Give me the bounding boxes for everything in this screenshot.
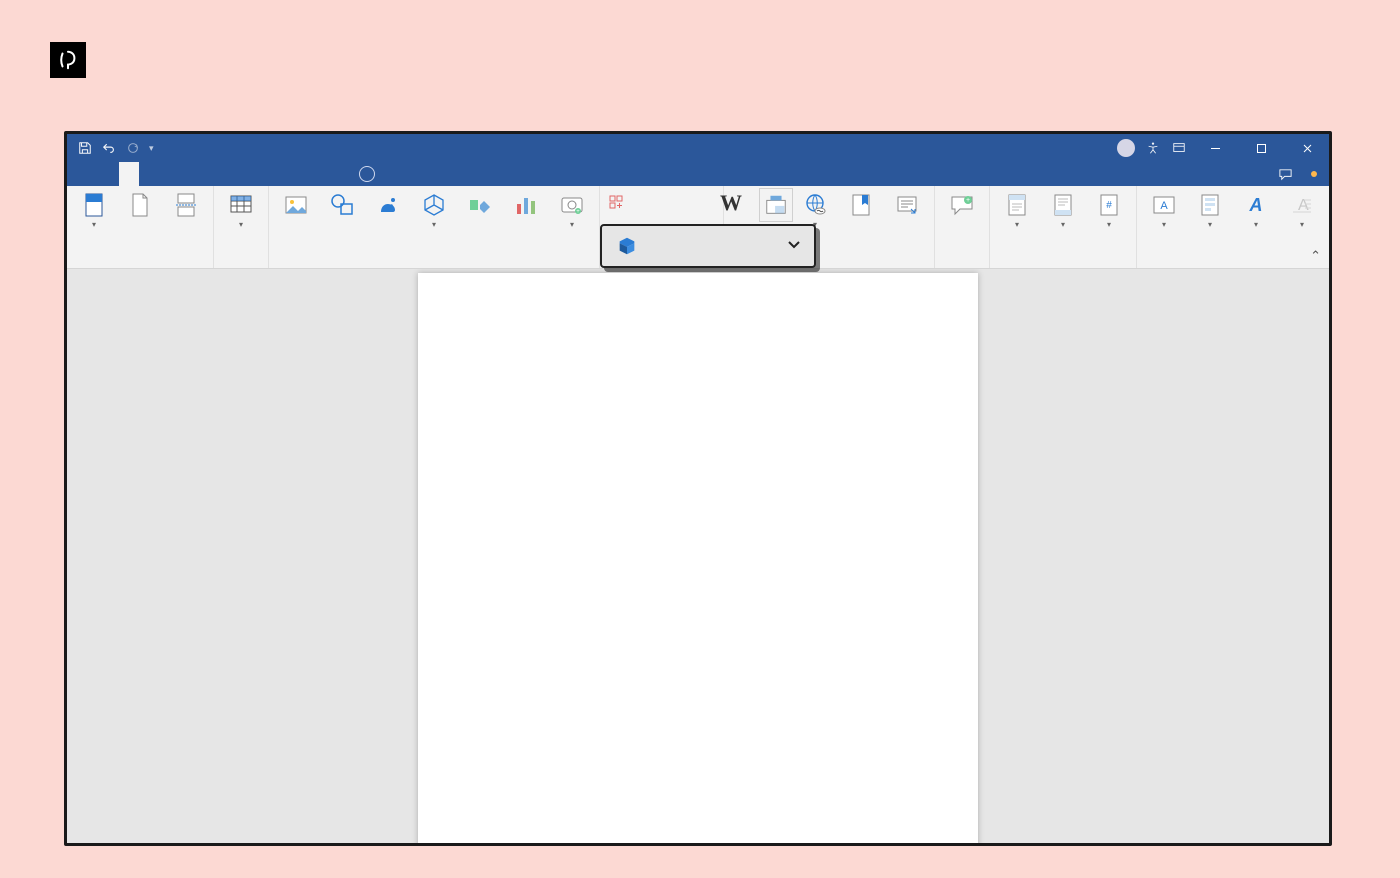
smartart-icon (467, 192, 493, 218)
icons-icon (375, 192, 401, 218)
wordart-button[interactable]: A ▾ (1235, 190, 1277, 232)
comment-button[interactable]: + (941, 190, 983, 222)
maximize-button[interactable] (1243, 137, 1279, 159)
group-headerfooter: ▾ ▾ # ▾ (990, 186, 1137, 268)
document-area[interactable] (67, 269, 1329, 843)
drop-cap-icon: A (1289, 192, 1315, 218)
tab-home[interactable] (97, 162, 117, 186)
qat-customize[interactable]: ▾ (149, 143, 154, 154)
3d-models-button[interactable]: ▾ (413, 190, 455, 232)
brand-logo (50, 42, 96, 78)
bookmark-button[interactable] (840, 190, 882, 222)
accessibility-icon[interactable] (1145, 140, 1161, 156)
comments-pane-icon[interactable] (1277, 166, 1293, 182)
group-tables: ▾ (214, 186, 269, 268)
menu-tabs (67, 162, 1329, 186)
screenshot-icon: + (559, 192, 585, 218)
group-pages: ▾ (67, 186, 214, 268)
tab-design[interactable] (163, 162, 183, 186)
tab-file[interactable] (75, 162, 95, 186)
crossref-icon (894, 192, 920, 218)
close-button[interactable] (1289, 137, 1325, 159)
quick-parts-button[interactable]: ▾ (1189, 190, 1231, 232)
group-illustrations: ▾ + ▾ (269, 186, 600, 268)
group-addins: W (600, 186, 724, 268)
footer-button[interactable]: ▾ (1042, 190, 1084, 232)
tab-layout[interactable] (185, 162, 205, 186)
chevron-down-icon (786, 236, 802, 257)
drop-cap-button[interactable]: A ▾ (1281, 190, 1323, 232)
shapes-icon (329, 192, 355, 218)
table-button[interactable]: ▾ (220, 190, 262, 232)
text-box-icon: A (1151, 192, 1177, 218)
minimize-button[interactable] (1197, 137, 1233, 159)
get-addins-button[interactable] (600, 192, 723, 212)
page-number-icon: # (1096, 192, 1122, 218)
page-break-icon (173, 192, 199, 218)
wordart-icon: A (1243, 192, 1269, 218)
crossref-button[interactable] (886, 190, 928, 222)
svg-text:+: + (966, 197, 970, 204)
ribbon: ▾ ▾ (67, 186, 1329, 269)
undo-icon[interactable] (101, 140, 117, 156)
blank-page-icon (127, 192, 153, 218)
footer-icon (1050, 192, 1076, 218)
chart-icon (513, 192, 539, 218)
redo-icon[interactable] (125, 140, 141, 156)
group-text: A ▾ ▾ A ▾ A ▾ (1137, 186, 1329, 268)
header-icon (1004, 192, 1030, 218)
ribbon-collapse-button[interactable]: ⌃ (1310, 248, 1321, 264)
cover-page-button[interactable]: ▾ (73, 190, 115, 232)
group-comments: + (935, 186, 990, 268)
header-button[interactable]: ▾ (996, 190, 1038, 232)
page-number-button[interactable]: # ▾ (1088, 190, 1130, 232)
tab-draw[interactable] (141, 162, 161, 186)
bulb-icon (359, 166, 375, 182)
profile-avatar[interactable] (1117, 139, 1135, 157)
tab-insert[interactable] (119, 162, 139, 186)
tab-help[interactable] (295, 162, 315, 186)
tab-acrobat[interactable] (317, 162, 337, 186)
tab-view[interactable] (273, 162, 293, 186)
titlebar: ▾ (67, 134, 1329, 162)
smartart-button[interactable] (459, 190, 501, 222)
bookmark-icon (848, 192, 874, 218)
ribbon-display-icon[interactable] (1171, 140, 1187, 156)
tell-me-search[interactable] (359, 166, 381, 182)
document-page[interactable] (418, 273, 978, 843)
svg-text:#: # (1106, 200, 1112, 211)
addins-cube-icon (616, 235, 638, 257)
tab-references[interactable] (207, 162, 227, 186)
svg-text:A: A (1249, 195, 1263, 215)
tab-mailings[interactable] (229, 162, 249, 186)
cover-page-icon (81, 192, 107, 218)
quick-parts-icon (1197, 192, 1223, 218)
svg-text:A: A (1160, 200, 1168, 212)
pandadoc-icon (50, 42, 86, 78)
link-icon (802, 192, 828, 218)
pictures-button[interactable] (275, 190, 317, 222)
notification-dot (1311, 171, 1317, 177)
tab-review[interactable] (251, 162, 271, 186)
blank-page-button[interactable] (119, 190, 161, 222)
page-break-button[interactable] (165, 190, 207, 222)
chart-button[interactable] (505, 190, 547, 222)
svg-text:+: + (576, 209, 580, 215)
table-icon (228, 192, 254, 218)
comment-icon: + (949, 192, 975, 218)
doc-title (498, 363, 898, 400)
icons-button[interactable] (367, 190, 409, 222)
my-addins-button[interactable] (600, 224, 816, 268)
cube-icon (421, 192, 447, 218)
screenshot-button[interactable]: + ▾ (551, 190, 593, 232)
shapes-button[interactable] (321, 190, 363, 222)
pictures-icon (283, 192, 309, 218)
text-box-button[interactable]: A ▾ (1143, 190, 1185, 232)
word-window: ▾ (64, 131, 1332, 846)
save-icon[interactable] (77, 140, 93, 156)
